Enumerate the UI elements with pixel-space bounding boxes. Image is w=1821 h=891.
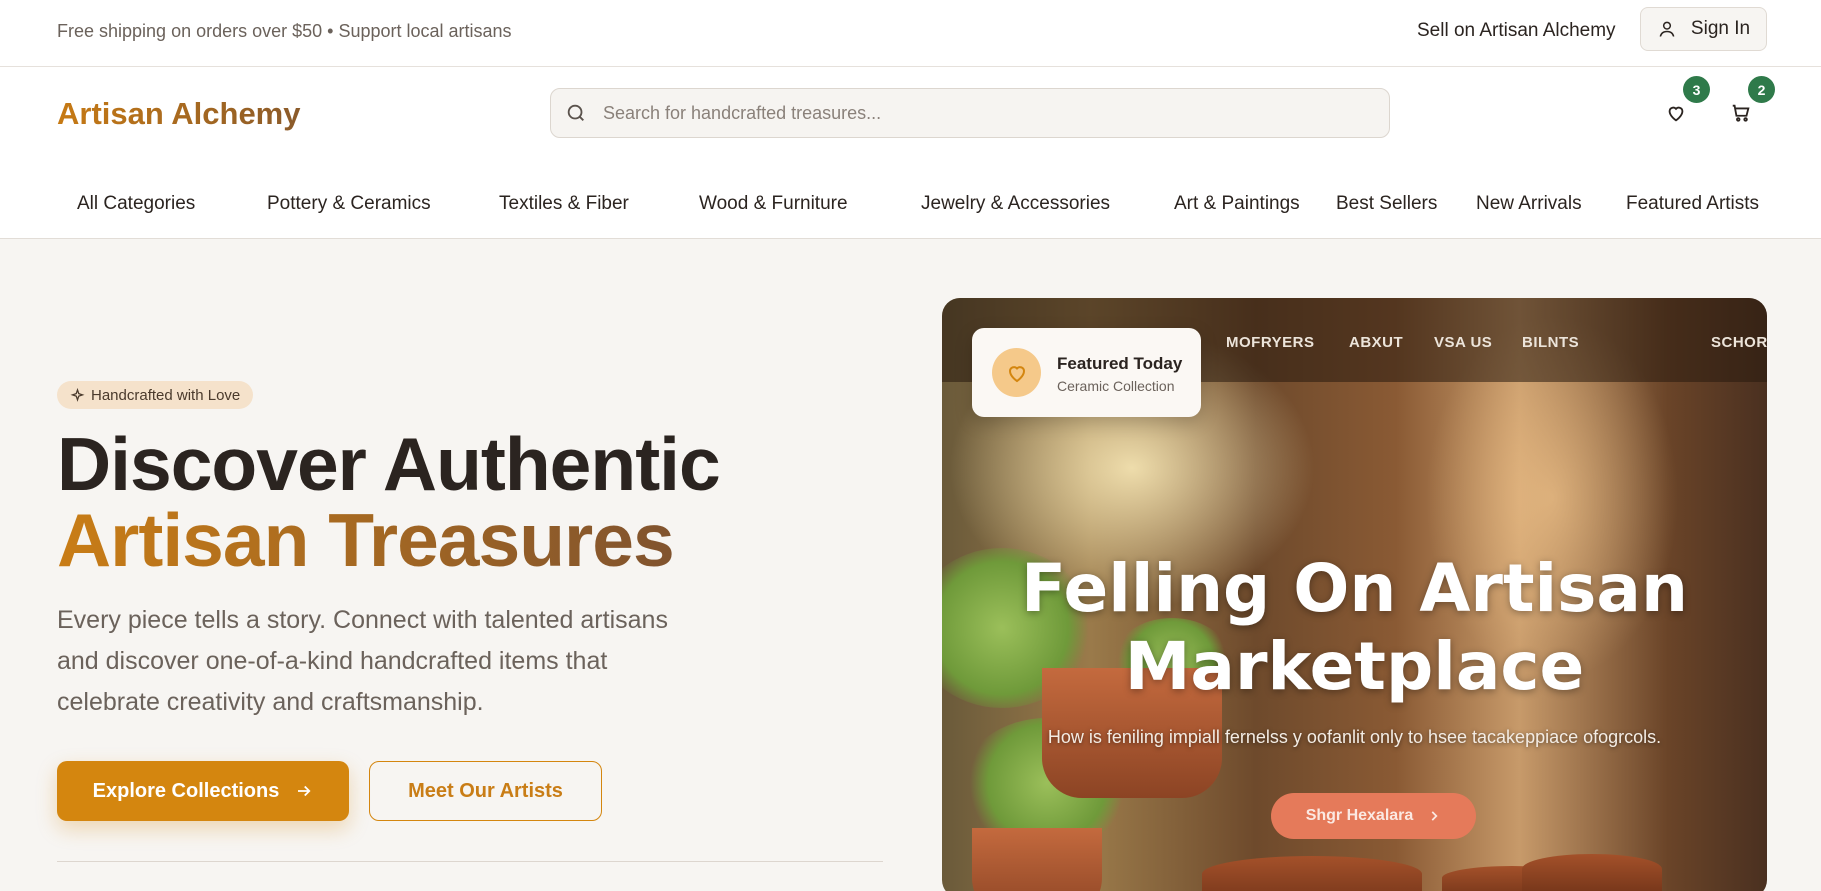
image-nav-item: SCHORO	[1711, 334, 1767, 351]
hero-heading: Discover Authentic Artisan Treasures	[57, 422, 721, 578]
chevron-right-icon	[1431, 811, 1438, 821]
nav-featured-artists[interactable]: Featured Artists	[1626, 193, 1759, 215]
nav-new-arrivals[interactable]: New Arrivals	[1476, 193, 1582, 215]
nav-art-paintings[interactable]: Art & Paintings	[1174, 193, 1300, 215]
nav-wood-furniture[interactable]: Wood & Furniture	[699, 193, 848, 215]
featured-title: Featured Today	[1057, 354, 1183, 373]
nav-pottery-ceramics[interactable]: Pottery & Ceramics	[267, 193, 431, 215]
nav-jewelry-accessories[interactable]: Jewelry & Accessories	[921, 193, 1110, 215]
handcrafted-pill: Handcrafted with Love	[57, 381, 254, 409]
bowl-decoration	[1202, 856, 1422, 891]
cart-icon	[1732, 104, 1750, 122]
sparkle-icon	[70, 387, 85, 402]
meet-artists-button[interactable]: Meet Our Artists	[369, 761, 602, 821]
featured-subtitle: Ceramic Collection	[1057, 378, 1175, 394]
search-bar[interactable]	[550, 88, 1390, 138]
section-divider	[57, 861, 883, 862]
nav-textiles-fiber[interactable]: Textiles & Fiber	[499, 193, 629, 215]
sell-link[interactable]: Sell on Artisan Alchemy	[1417, 20, 1616, 42]
wishlist-button[interactable]: 3	[1656, 76, 1710, 133]
cart-button[interactable]: 2	[1721, 76, 1775, 133]
hero-heading-line2: Artisan Treasures	[57, 502, 720, 578]
nav-all-categories[interactable]: All Categories	[77, 193, 195, 215]
bowl-decoration	[1522, 854, 1662, 891]
sign-in-label: Sign In	[1690, 18, 1751, 39]
image-nav-item: ABXUT	[1349, 334, 1404, 351]
image-nav-item: VSA US	[1434, 334, 1493, 351]
image-cta-label: Shgr Hexalara	[1305, 807, 1414, 824]
hero-heading-line1: Discover Authentic	[57, 422, 721, 506]
pill-label: Handcrafted with Love	[91, 386, 241, 404]
user-icon	[1659, 21, 1675, 37]
search-input[interactable]	[603, 102, 1383, 124]
featured-today-card[interactable]: Featured Today Ceramic Collection	[972, 328, 1201, 417]
image-subtitle: How is feniling impiall fernelss y oofan…	[1047, 727, 1662, 747]
sign-in-button[interactable]: Sign In	[1640, 7, 1767, 51]
site-header: Artisan Alchemy 3 2 All Categories Potte…	[0, 67, 1821, 239]
nav-best-sellers[interactable]: Best Sellers	[1336, 193, 1437, 215]
arrow-right-icon	[298, 785, 311, 797]
category-nav: All Categories Pottery & Ceramics Textil…	[0, 185, 1821, 225]
featured-icon-circle	[992, 348, 1041, 397]
promo-text: Free shipping on orders over $50 • Suppo…	[57, 21, 512, 41]
image-heading-line1: Felling On Artisan	[1021, 550, 1688, 627]
pot-decoration	[972, 828, 1102, 891]
image-nav-item: BILNTS	[1522, 334, 1580, 351]
site-logo[interactable]: Artisan Alchemy	[57, 96, 301, 132]
hero-subtitle: Every piece tells a story. Connect with …	[57, 606, 668, 716]
wishlist-count-badge: 3	[1683, 76, 1710, 103]
heart-icon	[1008, 365, 1025, 382]
explore-collections-button[interactable]: Explore Collections	[57, 761, 349, 821]
cart-count-badge: 2	[1748, 76, 1775, 103]
image-nav-item: MOFRYERS	[1226, 334, 1315, 351]
image-heading: Felling On Artisan Marketplace	[942, 550, 1767, 706]
image-heading-line2: Marketplace	[1124, 628, 1585, 705]
heart-icon	[1668, 106, 1684, 122]
explore-collections-label: Explore Collections	[92, 779, 280, 802]
image-cta-button[interactable]: Shgr Hexalara	[1271, 793, 1476, 839]
search-icon	[567, 104, 584, 121]
top-bar: Free shipping on orders over $50 • Suppo…	[0, 0, 1821, 67]
